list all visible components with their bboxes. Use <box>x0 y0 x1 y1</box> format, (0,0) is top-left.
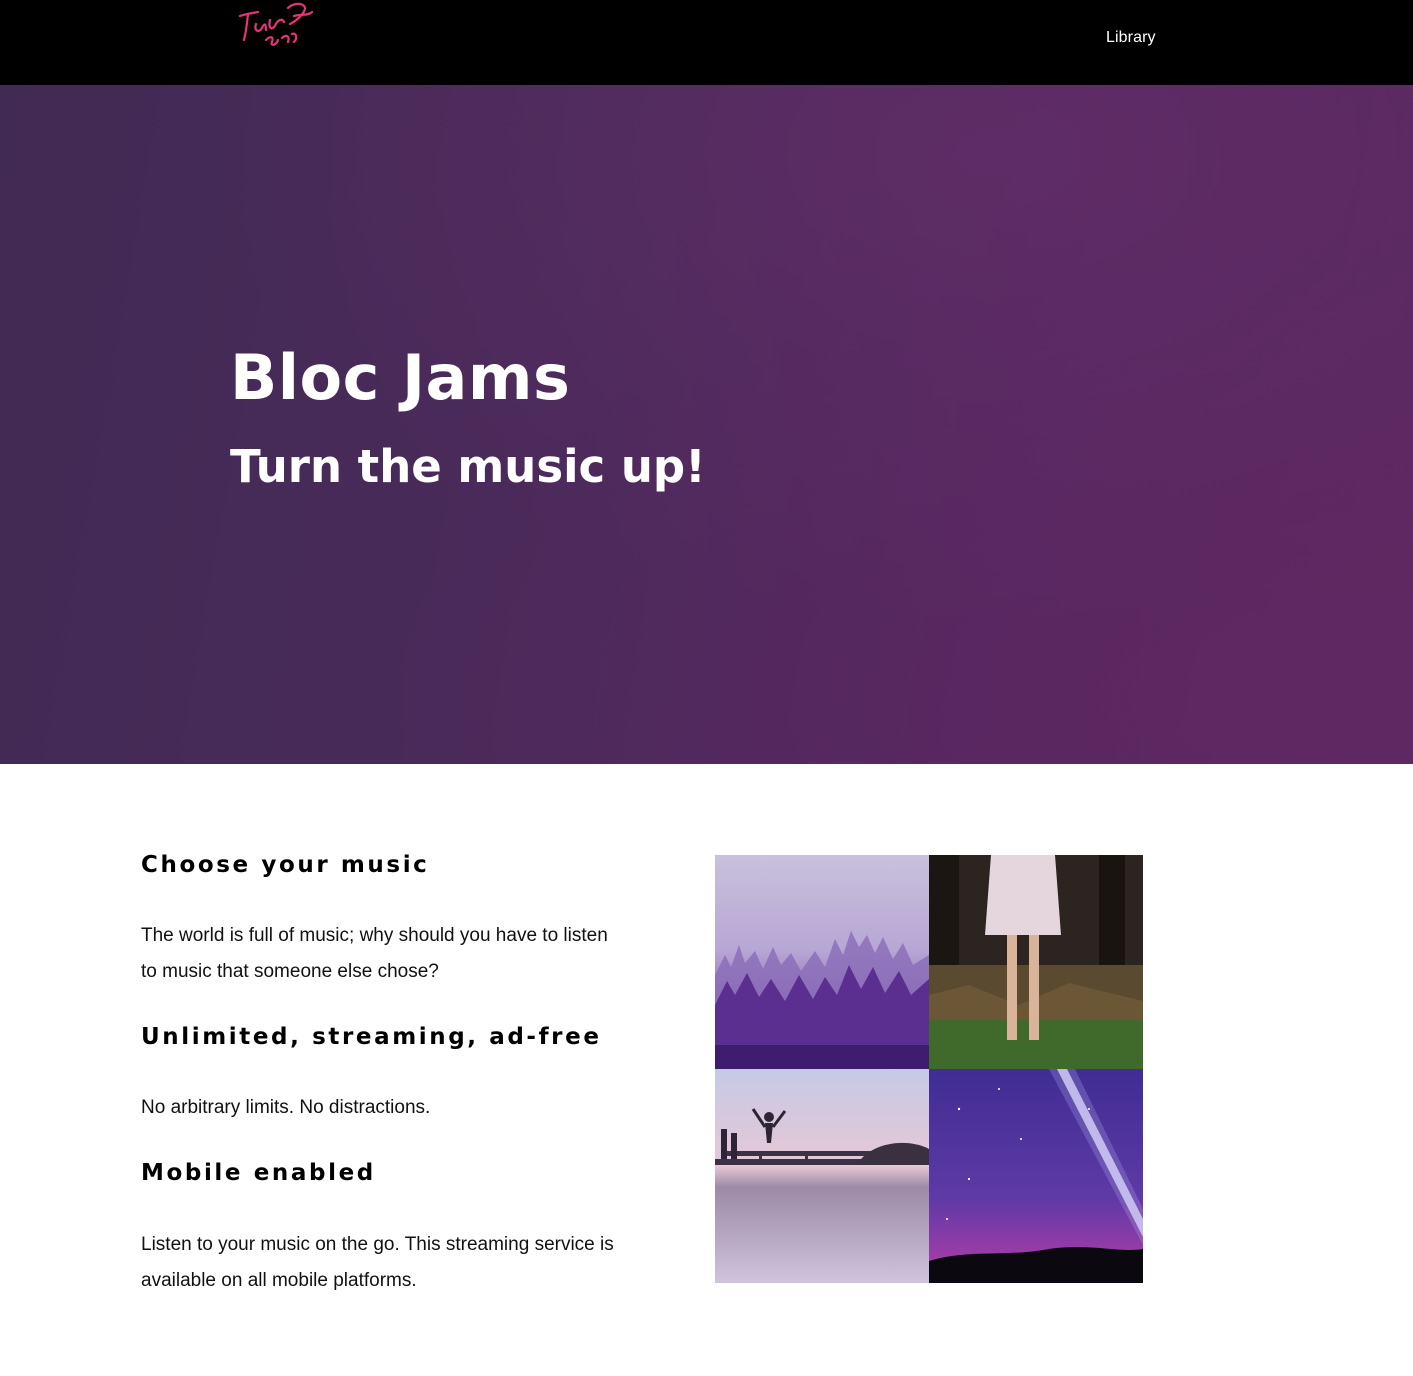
image-grid <box>715 855 1143 1284</box>
point-title-choose-music: Choose your music <box>141 852 430 878</box>
misty-forest-image <box>715 855 929 1069</box>
hero-title: Bloc Jams <box>230 341 571 414</box>
point-title-mobile: Mobile enabled <box>141 1160 376 1186</box>
nav-link-library[interactable]: Library <box>1106 29 1156 47</box>
point-desc-unlimited: No arbitrary limits. No distractions. <box>141 1097 431 1118</box>
logo-icon[interactable] <box>232 0 320 54</box>
hero-subtitle: Turn the music up! <box>230 440 706 493</box>
night-sky-beam-image <box>929 1069 1143 1283</box>
hero-section: Bloc Jams Turn the music up! <box>0 85 1413 764</box>
lake-jump-image <box>715 1069 929 1283</box>
navbar: Library <box>0 0 1413 85</box>
point-desc-choose-music: The world is full of music; why should y… <box>141 925 608 982</box>
point-desc-mobile: Listen to your music on the go. This str… <box>141 1234 614 1291</box>
point-title-unlimited: Unlimited, streaming, ad-free <box>141 1024 602 1050</box>
girl-in-dress-image <box>929 855 1143 1069</box>
